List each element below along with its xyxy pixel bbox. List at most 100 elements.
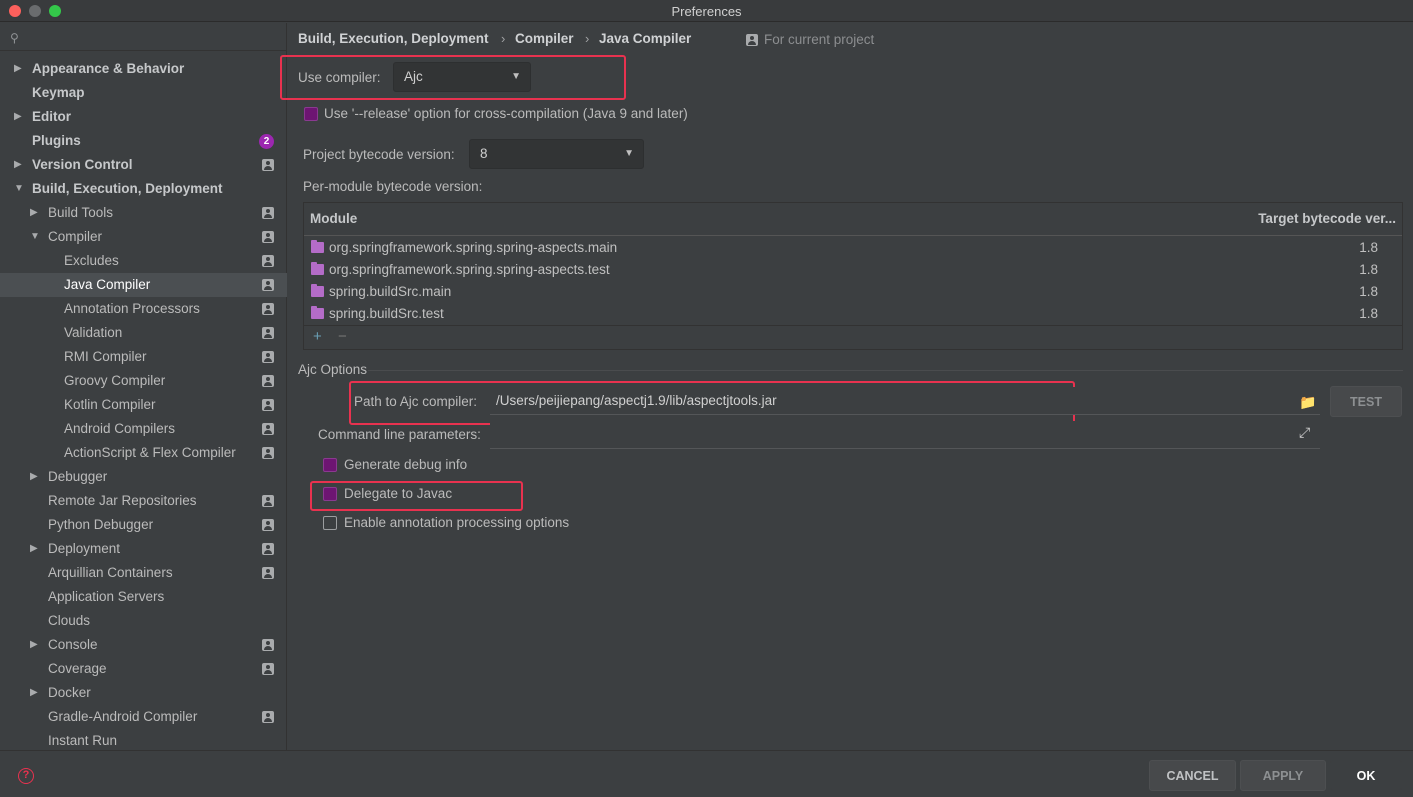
- breadcrumb-compiler: Compiler: [515, 31, 574, 46]
- project-scope-icon: [262, 495, 274, 507]
- delegate-javac-label: Delegate to Javac: [344, 486, 453, 501]
- sidebar-item[interactable]: Annotation Processors: [0, 297, 287, 321]
- project-scope-icon: [262, 327, 274, 339]
- add-module-button[interactable]: +: [313, 328, 322, 345]
- sidebar-item[interactable]: RMI Compiler: [0, 345, 287, 369]
- sidebar-item[interactable]: ▶ Version Control: [0, 153, 287, 177]
- scope-label: For current project: [764, 32, 875, 47]
- ajc-path-value: /Users/peijiepang/aspectj1.9/lib/aspectj…: [496, 393, 777, 408]
- sidebar-item[interactable]: Clouds: [0, 609, 287, 633]
- chevron-right-icon[interactable]: ▶: [14, 105, 22, 129]
- chevron-right-icon[interactable]: ▶: [30, 681, 38, 705]
- sidebar-item-label: Excludes: [64, 253, 119, 268]
- project-scope-icon: [262, 399, 274, 411]
- module-name: org.springframework.spring.spring-aspect…: [329, 240, 618, 255]
- use-compiler-select[interactable]: Ajc ▼: [393, 62, 531, 92]
- apply-button[interactable]: APPLY: [1240, 760, 1326, 791]
- sidebar-item[interactable]: ▼ Build, Execution, Deployment: [0, 177, 287, 201]
- project-scope-icon: [262, 279, 274, 291]
- sidebar-item-label: Plugins: [32, 133, 81, 148]
- target-version[interactable]: 1.8: [1359, 303, 1378, 325]
- sidebar-item[interactable]: ▶ Build Tools: [0, 201, 287, 225]
- chevron-right-icon[interactable]: ▶: [30, 465, 38, 489]
- help-icon[interactable]: ?: [18, 768, 34, 784]
- chevron-right-icon[interactable]: ▶: [14, 153, 22, 177]
- sidebar-item[interactable]: Android Compilers: [0, 417, 287, 441]
- target-version[interactable]: 1.8: [1359, 259, 1378, 281]
- sidebar-item[interactable]: Validation: [0, 321, 287, 345]
- table-row[interactable]: spring.buildSrc.test 1.8: [304, 303, 1402, 325]
- table-row[interactable]: org.springframework.spring.spring-aspect…: [304, 259, 1402, 281]
- chevron-down-icon[interactable]: ▼: [30, 225, 40, 249]
- sidebar-item[interactable]: Remote Jar Repositories: [0, 489, 287, 513]
- folder-icon: [311, 306, 324, 319]
- sidebar-item[interactable]: ▼ Compiler: [0, 225, 287, 249]
- ok-button[interactable]: OK: [1330, 760, 1402, 791]
- chevron-right-icon[interactable]: ▶: [30, 201, 38, 225]
- sidebar-item-label: ActionScript & Flex Compiler: [64, 445, 236, 460]
- delegate-javac-checkbox[interactable]: [323, 487, 337, 501]
- bytecode-version-select[interactable]: 8 ▼: [469, 139, 644, 169]
- sidebar-item[interactable]: Kotlin Compiler: [0, 393, 287, 417]
- project-scope-icon: [262, 231, 274, 243]
- sidebar-item[interactable]: ▶ Debugger: [0, 465, 287, 489]
- sidebar-item-label: Groovy Compiler: [64, 373, 166, 388]
- release-option-checkbox[interactable]: [304, 107, 318, 121]
- table-row[interactable]: spring.buildSrc.main 1.8: [304, 281, 1402, 303]
- use-compiler-value: Ajc: [404, 69, 423, 84]
- sidebar-item[interactable]: ▶ Console: [0, 633, 287, 657]
- sidebar-item[interactable]: Arquillian Containers: [0, 561, 287, 585]
- sidebar-item[interactable]: Gradle-Android Compiler: [0, 705, 287, 729]
- sidebar-item[interactable]: ▶ Deployment: [0, 537, 287, 561]
- sidebar-item[interactable]: ▶ Docker: [0, 681, 287, 705]
- sidebar-item-label: Console: [48, 637, 98, 652]
- sidebar-item[interactable]: Keymap: [0, 81, 287, 105]
- cancel-button[interactable]: CANCEL: [1149, 760, 1236, 791]
- remove-module-button[interactable]: −: [338, 328, 347, 345]
- sidebar-item[interactable]: Python Debugger: [0, 513, 287, 537]
- browse-folder-icon[interactable]: 📁: [1299, 394, 1316, 411]
- sidebar-item[interactable]: ▶ Editor: [0, 105, 287, 129]
- window-title: Preferences: [671, 4, 742, 19]
- settings-search-input[interactable]: [28, 29, 278, 49]
- ajc-path-input[interactable]: /Users/peijiepang/aspectj1.9/lib/aspectj…: [490, 387, 1320, 415]
- target-version[interactable]: 1.8: [1359, 237, 1378, 259]
- sidebar-item-label: Editor: [32, 109, 71, 124]
- sidebar-item[interactable]: Application Servers: [0, 585, 287, 609]
- sidebar-item-label: Gradle-Android Compiler: [48, 709, 198, 724]
- column-header-module[interactable]: Module: [310, 211, 357, 226]
- target-version[interactable]: 1.8: [1359, 281, 1378, 303]
- sidebar-item[interactable]: ActionScript & Flex Compiler: [0, 441, 287, 465]
- sidebar-item[interactable]: Groovy Compiler: [0, 369, 287, 393]
- project-scope-icon: [262, 255, 274, 267]
- expand-icon[interactable]: ⤢: [1299, 424, 1310, 441]
- cmd-params-input[interactable]: [490, 421, 1320, 449]
- sidebar-item-label: Keymap: [32, 85, 85, 100]
- sidebar-item-label: Compiler: [48, 229, 103, 244]
- chevron-down-icon[interactable]: ▼: [14, 177, 24, 201]
- folder-icon: [311, 284, 324, 297]
- cmd-params-label: Command line parameters:: [318, 427, 481, 442]
- sidebar-item[interactable]: Plugins 2: [0, 129, 287, 153]
- settings-search: ⚲: [0, 27, 287, 51]
- chevron-right-icon[interactable]: ▶: [30, 633, 38, 657]
- annotation-processing-checkbox[interactable]: [323, 516, 337, 530]
- sidebar-item[interactable]: Coverage: [0, 657, 287, 681]
- sidebar-item-label: Python Debugger: [48, 517, 154, 532]
- project-scope-icon: [262, 663, 274, 675]
- table-header: Module Target bytecode ver...: [304, 203, 1402, 236]
- module-bytecode-table: Module Target bytecode ver... org.spring…: [303, 202, 1403, 350]
- column-header-target[interactable]: Target bytecode ver...: [1258, 211, 1396, 226]
- chevron-right-icon[interactable]: ▶: [30, 537, 38, 561]
- test-button[interactable]: TEST: [1330, 386, 1402, 417]
- project-scope-icon: [262, 543, 274, 555]
- table-row[interactable]: org.springframework.spring.spring-aspect…: [304, 237, 1402, 259]
- sidebar-item[interactable]: Excludes: [0, 249, 287, 273]
- chevron-right-icon[interactable]: ▶: [14, 57, 22, 81]
- project-scope-icon: [262, 303, 274, 315]
- sidebar-item[interactable]: ▶ Appearance & Behavior: [0, 57, 287, 81]
- breadcrumb-separator: ›: [585, 31, 590, 46]
- sidebar-item-label: Appearance & Behavior: [32, 61, 185, 76]
- sidebar-item[interactable]: Java Compiler: [0, 273, 287, 297]
- debug-info-checkbox[interactable]: [323, 458, 337, 472]
